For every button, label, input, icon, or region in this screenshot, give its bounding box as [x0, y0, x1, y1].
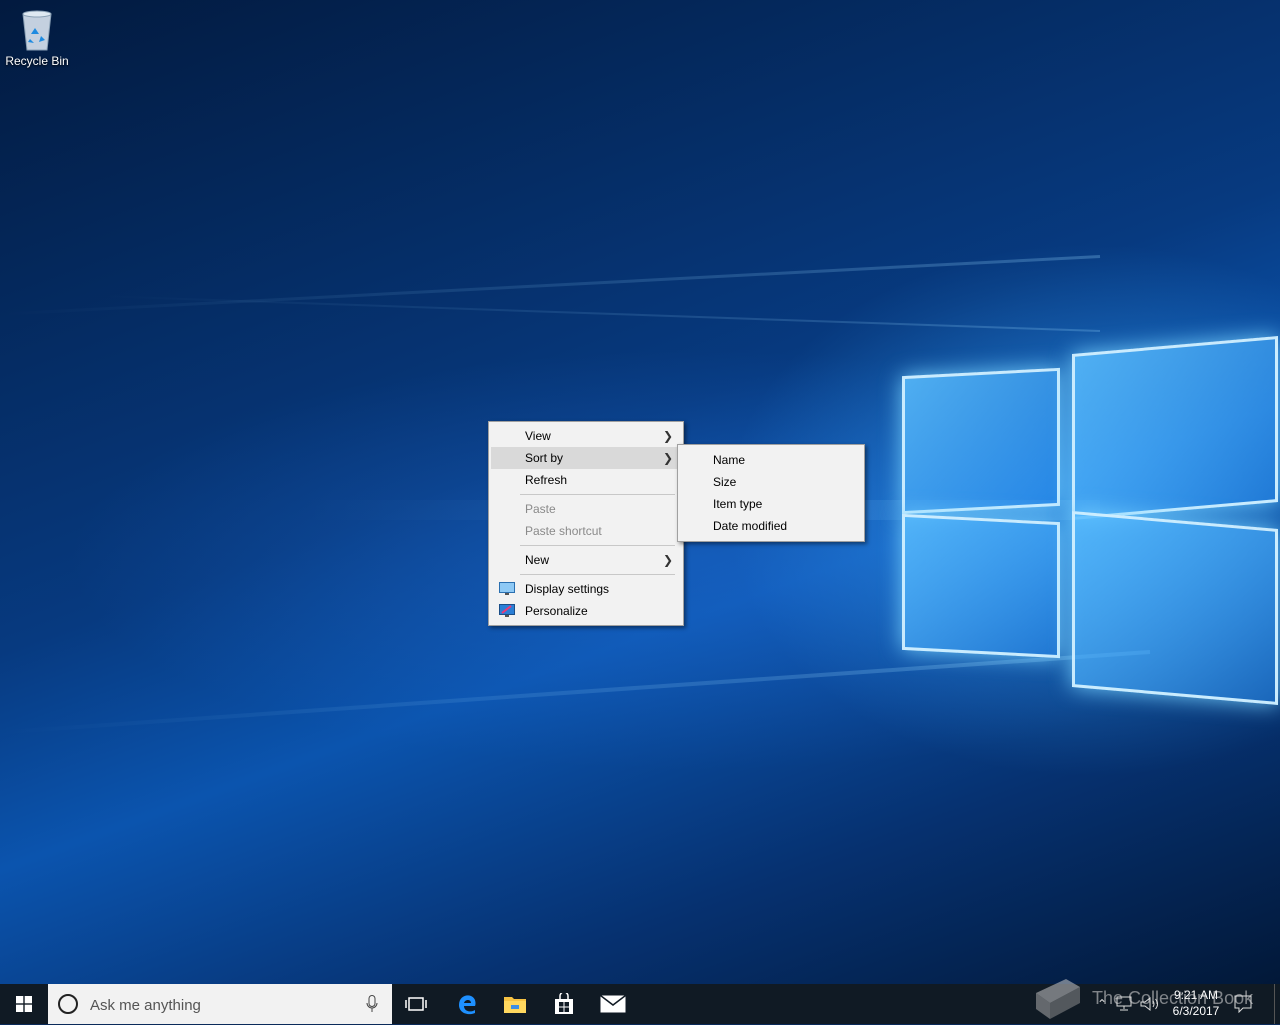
volume-icon[interactable]: [1140, 996, 1160, 1012]
microphone-icon[interactable]: [366, 995, 378, 1013]
menu-separator: [520, 494, 675, 495]
sort-item-size[interactable]: Size: [680, 471, 862, 493]
menu-item-new[interactable]: New ❯: [491, 549, 681, 571]
menu-item-sort-by[interactable]: Sort by ❯: [491, 447, 681, 469]
desktop-context-menu: View ❯ Sort by ❯ Refresh Paste Paste sho…: [488, 421, 684, 626]
recycle-bin-icon: [22, 10, 52, 51]
menu-item-paste-shortcut: Paste shortcut: [525, 524, 602, 538]
sort-by-submenu: Name Size Item type Date modified: [677, 444, 865, 542]
personalize-icon: [499, 604, 515, 617]
sort-item-name[interactable]: Name: [680, 449, 862, 471]
menu-item-personalize[interactable]: Personalize: [491, 600, 681, 622]
menu-item-refresh[interactable]: Refresh: [491, 469, 681, 491]
taskbar-clock[interactable]: 9:21 AM 6/3/2017: [1166, 987, 1226, 1019]
menu-item-display-settings[interactable]: Display settings: [491, 578, 681, 600]
recycle-bin-label: Recycle Bin: [5, 54, 69, 68]
task-view-button[interactable]: [392, 984, 440, 1024]
show-desktop-button[interactable]: [1274, 984, 1280, 1024]
edge-button[interactable]: [443, 984, 491, 1024]
mail-icon: [600, 995, 626, 1013]
sort-item-date-modified[interactable]: Date modified: [680, 515, 862, 537]
menu-separator: [520, 545, 675, 546]
edge-icon: [459, 995, 476, 1015]
chevron-up-icon: ⌃: [1096, 997, 1108, 1011]
display-settings-icon: [499, 582, 515, 595]
taskbar: ⌃ 9:21 AM 6/3/2017: [0, 984, 1280, 1024]
action-center-icon[interactable]: [1234, 995, 1252, 1013]
menu-item-view[interactable]: View ❯: [491, 425, 681, 447]
show-hidden-icons-button[interactable]: ⌃: [1093, 984, 1111, 1024]
file-explorer-button[interactable]: [491, 984, 539, 1024]
menu-item-paste: Paste: [525, 502, 556, 516]
recycle-bin[interactable]: Recycle Bin: [4, 6, 70, 68]
chevron-right-icon: ❯: [662, 451, 673, 465]
start-button[interactable]: [0, 984, 48, 1024]
search-input[interactable]: [88, 994, 352, 1016]
store-icon: [555, 993, 573, 1014]
sort-item-item-type[interactable]: Item type: [680, 493, 862, 515]
chevron-right-icon: ❯: [662, 553, 673, 567]
store-button[interactable]: [540, 984, 588, 1024]
clock-time: 9:21 AM: [1173, 988, 1219, 1002]
windows-logo-icon: [16, 996, 32, 1012]
network-icon[interactable]: [1115, 996, 1135, 1012]
chevron-right-icon: ❯: [662, 429, 673, 443]
menu-separator: [520, 574, 675, 575]
cortana-icon: [58, 994, 78, 1014]
cortana-search-box[interactable]: [48, 984, 392, 1024]
clock-date: 6/3/2017: [1172, 1004, 1220, 1018]
file-explorer-icon: [504, 997, 526, 1013]
mail-button[interactable]: [589, 984, 637, 1024]
task-view-icon: [405, 997, 427, 1011]
